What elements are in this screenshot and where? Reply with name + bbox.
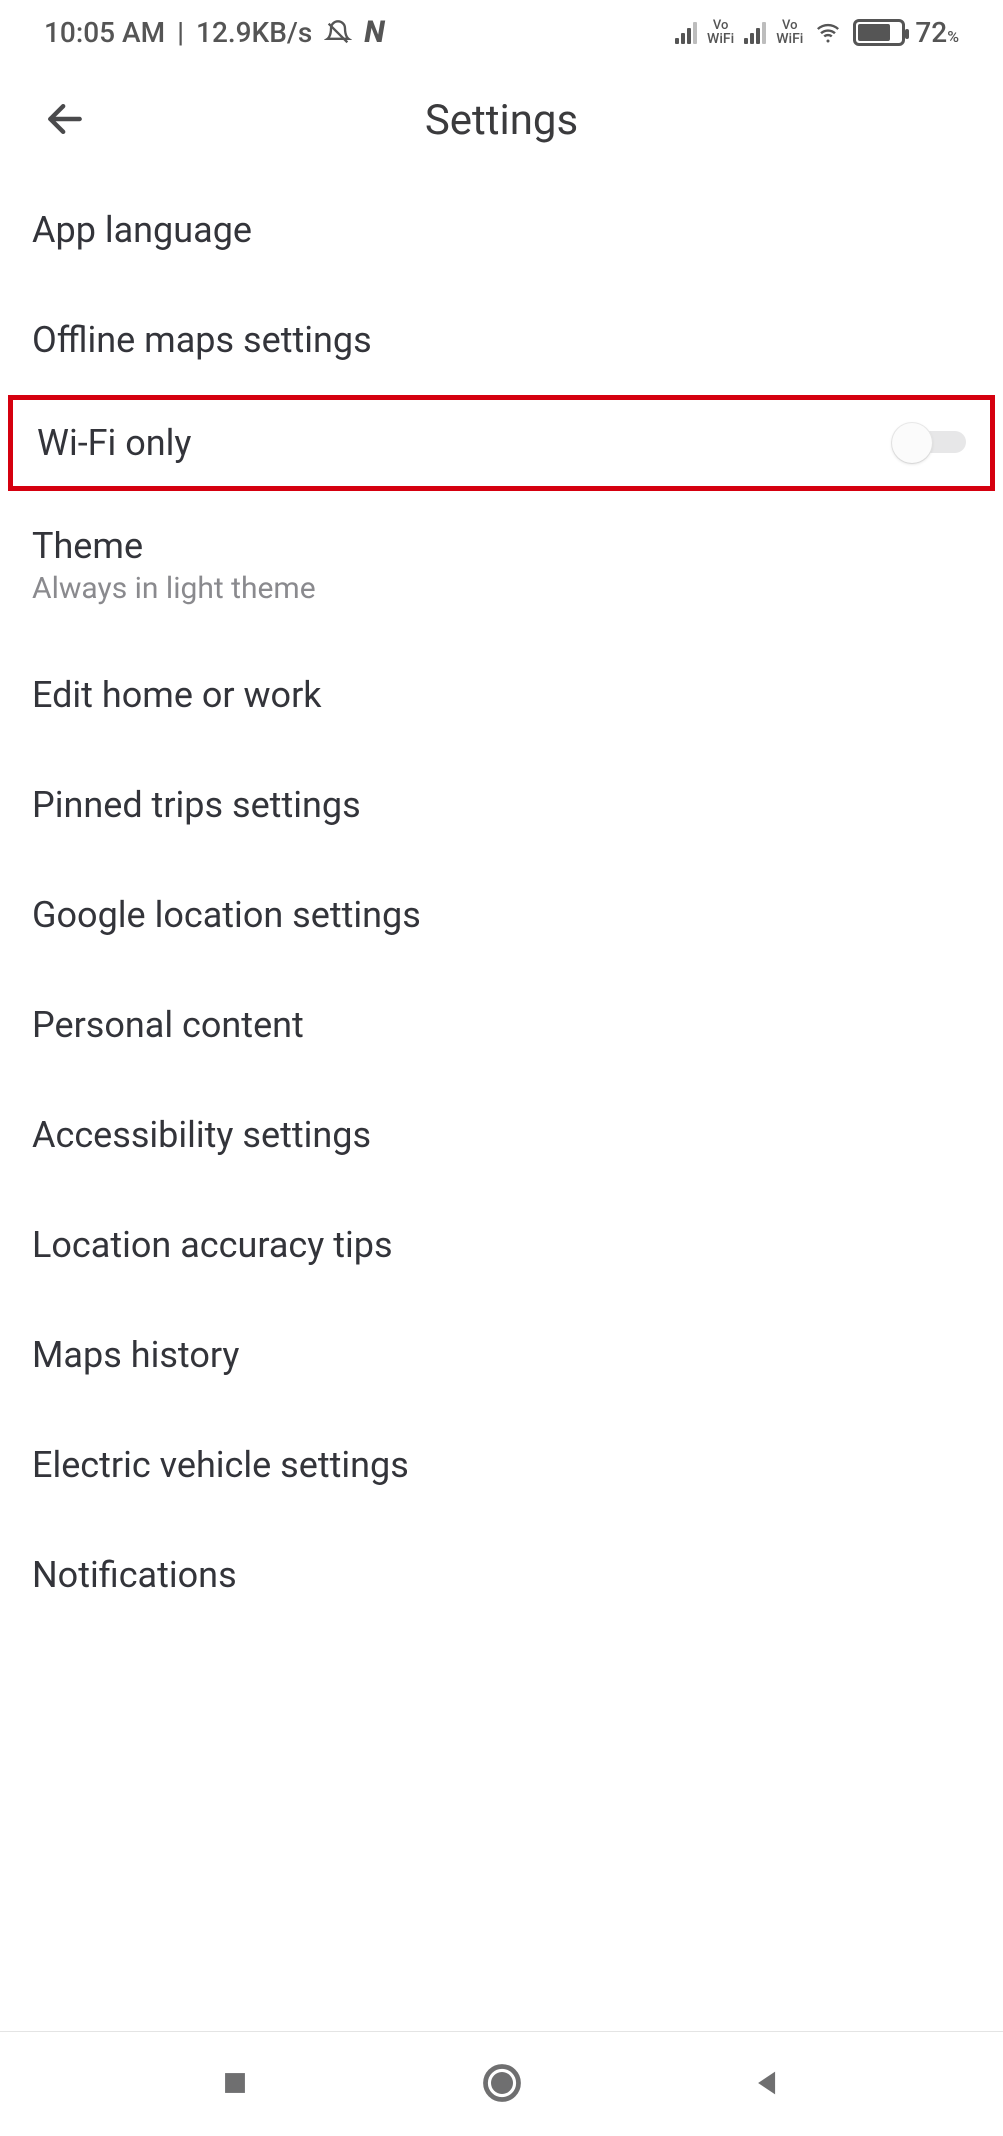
back-button[interactable] [40, 95, 90, 145]
system-nav-bar [0, 2031, 1003, 2136]
item-location-accuracy[interactable]: Location accuracy tips [0, 1190, 1003, 1300]
item-label: Notifications [32, 1554, 237, 1596]
item-label: Accessibility settings [32, 1114, 371, 1156]
item-sublabel: Always in light theme [32, 571, 316, 606]
wifi-only-toggle[interactable] [896, 423, 966, 463]
item-label: Wi-Fi only [37, 422, 191, 464]
wifi-icon [813, 21, 843, 45]
n-icon: N [364, 15, 385, 50]
vowifi-icon-2: VoWiFi [776, 19, 803, 46]
item-label: Offline maps settings [32, 319, 372, 361]
item-label: Personal content [32, 1004, 304, 1046]
nav-back-button[interactable] [741, 2056, 795, 2113]
item-label: Theme [32, 525, 316, 567]
status-bar: 10:05 AM | 12.9KB/s N VoWiFi VoWiFi 72% [0, 0, 1003, 65]
item-theme[interactable]: Theme Always in light theme [0, 491, 1003, 640]
item-maps-history[interactable]: Maps history [0, 1300, 1003, 1410]
signal-icon-2 [744, 22, 766, 44]
battery-percent: 72% [915, 16, 959, 49]
circle-icon [480, 2093, 524, 2108]
item-label: Location accuracy tips [32, 1224, 393, 1266]
settings-list: App language Offline maps settings Wi-Fi… [0, 175, 1003, 2031]
vowifi-icon: VoWiFi [707, 19, 734, 46]
nav-home-button[interactable] [470, 2051, 534, 2118]
item-label: Maps history [32, 1334, 239, 1376]
square-icon [218, 2088, 252, 2103]
status-sep: | [177, 16, 184, 49]
item-label: Pinned trips settings [32, 784, 361, 826]
item-label: Google location settings [32, 894, 421, 936]
highlight-wifi-only: Wi-Fi only [8, 395, 995, 491]
item-edit-home-work[interactable]: Edit home or work [0, 640, 1003, 750]
status-left: 10:05 AM | 12.9KB/s N [44, 15, 385, 50]
battery-icon [853, 19, 905, 46]
item-label: Edit home or work [32, 674, 322, 716]
item-personal-content[interactable]: Personal content [0, 970, 1003, 1080]
triangle-back-icon [751, 2088, 785, 2103]
status-right: VoWiFi VoWiFi 72% [675, 16, 959, 49]
item-app-language[interactable]: App language [0, 175, 1003, 285]
do-not-disturb-icon [324, 19, 352, 47]
item-ev-settings[interactable]: Electric vehicle settings [0, 1410, 1003, 1520]
switch-thumb [892, 423, 932, 463]
item-wifi-only[interactable]: Wi-Fi only [13, 400, 990, 486]
app-bar: Settings [0, 65, 1003, 175]
item-offline-maps[interactable]: Offline maps settings [0, 285, 1003, 395]
nav-recents-button[interactable] [208, 2056, 262, 2113]
signal-icon [675, 22, 697, 44]
item-label: App language [32, 209, 252, 251]
item-notifications[interactable]: Notifications [0, 1520, 1003, 1630]
item-google-location[interactable]: Google location settings [0, 860, 1003, 970]
item-label: Electric vehicle settings [32, 1444, 409, 1486]
page-title: Settings [0, 96, 1003, 145]
status-time: 10:05 AM [44, 16, 165, 49]
arrow-back-icon [43, 97, 87, 144]
status-net-speed: 12.9KB/s [196, 16, 312, 49]
item-pinned-trips[interactable]: Pinned trips settings [0, 750, 1003, 860]
item-accessibility[interactable]: Accessibility settings [0, 1080, 1003, 1190]
